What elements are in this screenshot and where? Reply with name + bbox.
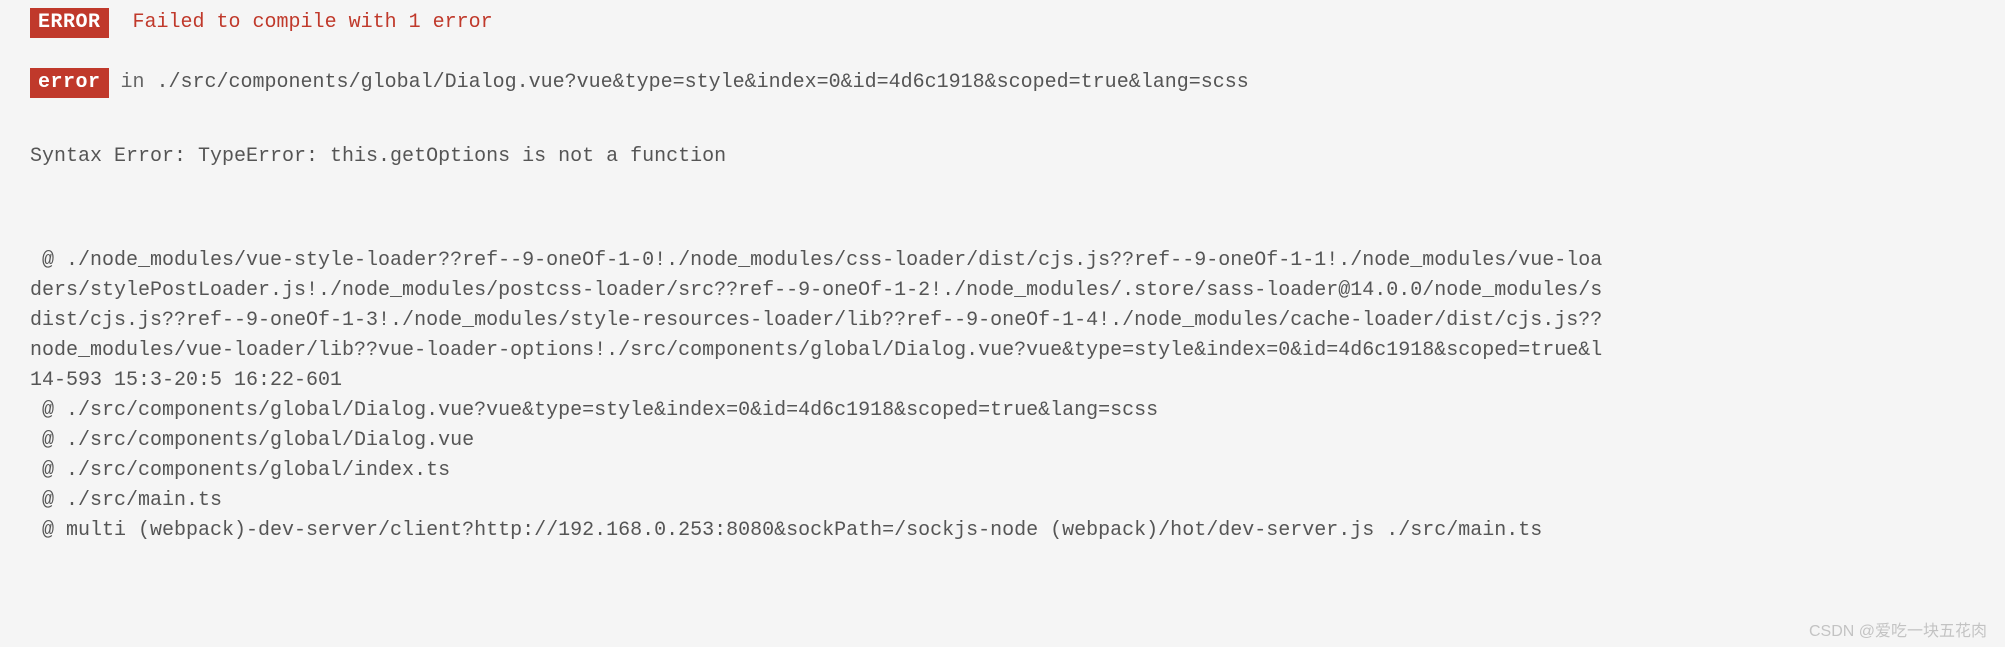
- error-header-line: ERROR Failed to compile with 1 error: [0, 8, 2005, 38]
- error-file-path: ./src/components/global/Dialog.vue?vue&t…: [157, 71, 1249, 94]
- error-badge-upper: ERROR: [30, 8, 109, 38]
- stack-trace-line: dist/cjs.js??ref--9-oneOf-1-3!./node_mod…: [0, 306, 2005, 336]
- failed-compile-message: Failed to compile with 1 error: [133, 11, 493, 34]
- stack-trace-line: @ ./src/components/global/index.ts: [0, 456, 2005, 486]
- stack-trace-line: @ ./src/main.ts: [0, 486, 2005, 516]
- stack-trace-line: @ ./node_modules/vue-style-loader??ref--…: [0, 246, 2005, 276]
- stack-trace-line: ders/stylePostLoader.js!./node_modules/p…: [0, 276, 2005, 306]
- error-location-line: error in ./src/components/global/Dialog.…: [0, 68, 2005, 98]
- stack-trace-line: @ ./src/components/global/Dialog.vue: [0, 426, 2005, 456]
- in-text: in: [109, 71, 157, 94]
- watermark-text: CSDN @爱吃一块五花肉: [1809, 617, 1987, 641]
- terminal-output: ERROR Failed to compile with 1 error err…: [0, 0, 2005, 546]
- error-badge-lower: error: [30, 68, 109, 98]
- stack-trace-line: node_modules/vue-loader/lib??vue-loader-…: [0, 336, 2005, 366]
- syntax-error-message: Syntax Error: TypeError: this.getOptions…: [0, 142, 2005, 172]
- stack-trace-line: @ ./src/components/global/Dialog.vue?vue…: [0, 396, 2005, 426]
- stack-trace-line: @ multi (webpack)-dev-server/client?http…: [0, 516, 2005, 546]
- stack-trace-line: 14-593 15:3-20:5 16:22-601: [0, 366, 2005, 396]
